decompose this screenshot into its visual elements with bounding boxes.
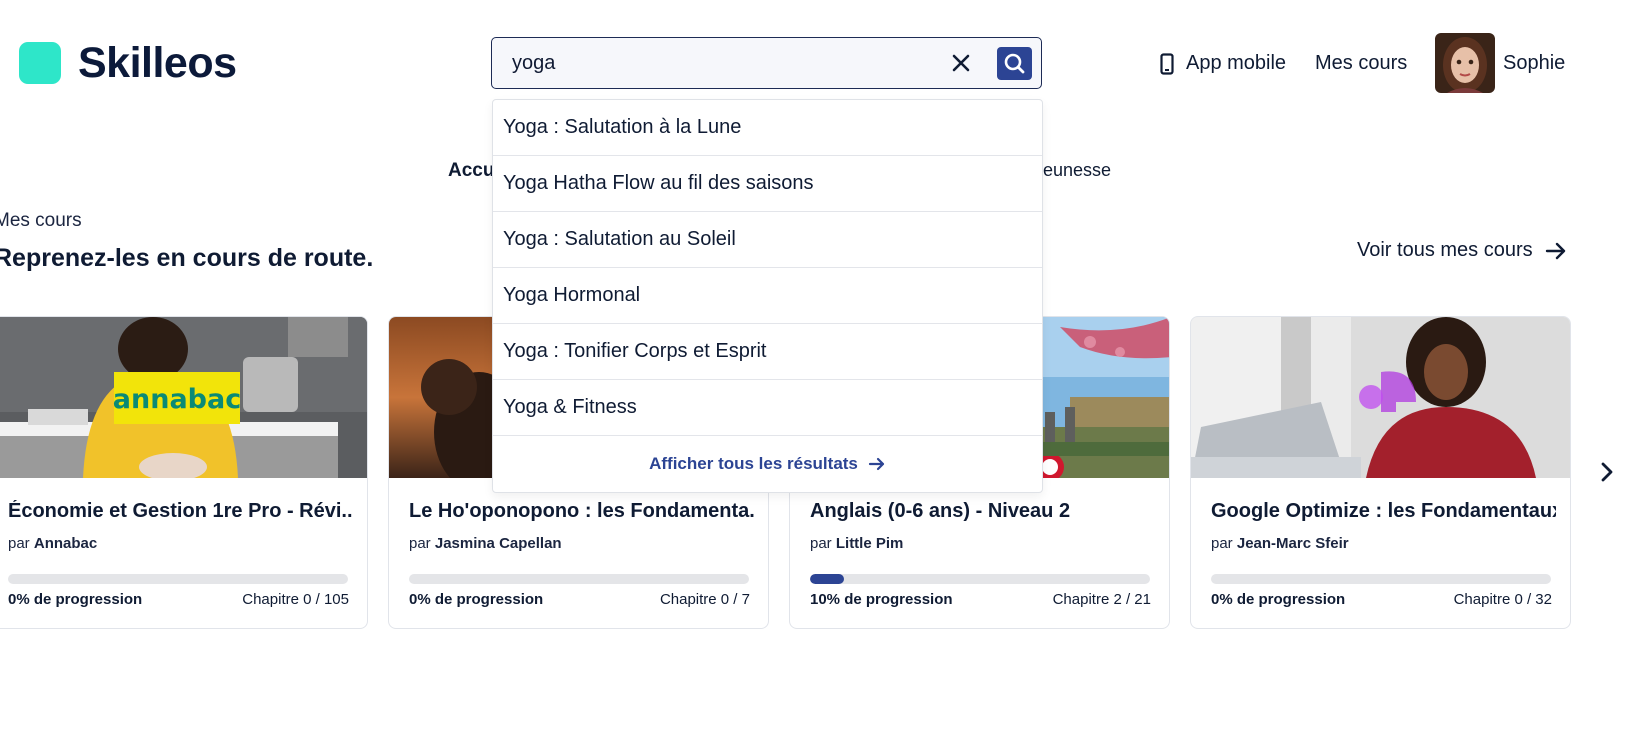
course-author: par Jasmina Capellan: [409, 535, 562, 552]
progress-bar: [409, 574, 749, 584]
see-all-courses-link[interactable]: Voir tous mes cours: [1357, 239, 1567, 262]
progress-bar: [810, 574, 1150, 584]
course-card[interactable]: annabac Économie et Gestion 1re Pro - Ré…: [0, 316, 368, 629]
section-label: Mes cours: [0, 210, 82, 231]
search-button[interactable]: [997, 47, 1032, 80]
user-name[interactable]: Sophie: [1503, 52, 1565, 75]
course-author: par Annabac: [8, 535, 98, 552]
clear-search-icon[interactable]: [947, 49, 975, 77]
progress-label: 10% de progression: [810, 591, 953, 608]
suggestion-item[interactable]: Yoga : Salutation au Soleil: [493, 212, 1042, 268]
see-all-label: Voir tous mes cours: [1357, 239, 1533, 261]
course-title: Économie et Gestion 1re Pro - Révi...: [8, 500, 353, 522]
suggestion-item[interactable]: Yoga : Tonifier Corps et Esprit: [493, 324, 1042, 380]
progress-fill: [810, 574, 844, 584]
progress-label: 0% de progression: [1211, 591, 1346, 608]
search-bar: [491, 37, 1042, 89]
search-suggestions-dropdown: Yoga : Salutation à la Lune Yoga Hatha F…: [492, 99, 1043, 493]
suggestion-item[interactable]: Yoga Hatha Flow au fil des saisons: [493, 156, 1042, 212]
course-title: Google Optimize : les Fondamentaux: [1211, 500, 1556, 522]
course-author: par Little Pim: [810, 535, 904, 552]
app-mobile-label: App mobile: [1186, 52, 1287, 74]
logo-mark: [19, 42, 61, 84]
course-title: Le Ho'oponopono : les Fondamenta...: [409, 500, 754, 522]
chapter-label: Chapitre 0 / 7: [659, 591, 750, 608]
course-title: Anglais (0-6 ans) - Niveau 2: [810, 500, 1071, 522]
logo-text: Skilleos: [78, 39, 237, 87]
show-all-results-link[interactable]: Afficher tous les résultats: [493, 436, 1042, 491]
chapter-label: Chapitre 0 / 105: [242, 591, 349, 608]
app-mobile-link[interactable]: App mobile: [1160, 52, 1286, 75]
chapter-label: Chapitre 0 / 32: [1453, 591, 1552, 608]
progress-label: 0% de progression: [8, 591, 143, 608]
carousel-next-icon[interactable]: [1594, 459, 1620, 485]
course-thumbnail: annabac: [0, 317, 367, 478]
progress-bar: [1211, 574, 1551, 584]
suggestion-item[interactable]: Yoga & Fitness: [493, 380, 1042, 436]
my-courses-link[interactable]: Mes cours: [1315, 52, 1407, 75]
suggestion-item[interactable]: Yoga : Salutation à la Lune: [493, 100, 1042, 156]
smartphone-icon: [1160, 52, 1174, 75]
arrow-right-icon: [868, 457, 884, 470]
suggestion-item[interactable]: Yoga Hormonal: [493, 268, 1042, 324]
section-title: Reprenez-les en cours de route.: [0, 244, 374, 272]
course-card[interactable]: Google Optimize : les Fondamentaux par J…: [1190, 316, 1571, 629]
progress-label: 0% de progression: [409, 591, 544, 608]
avatar[interactable]: [1435, 33, 1495, 93]
annabac-logo-text: annabac: [113, 384, 241, 415]
subnav-youth-link[interactable]: eunesse: [1043, 160, 1111, 181]
search-icon: [1004, 53, 1025, 74]
subnav-home-link[interactable]: Accu: [448, 160, 494, 182]
show-all-results-label: Afficher tous les résultats: [649, 453, 858, 473]
course-thumbnail: [1191, 317, 1570, 478]
logo[interactable]: Skilleos: [19, 39, 237, 87]
search-input[interactable]: [512, 50, 932, 76]
arrow-right-icon: [1545, 242, 1565, 259]
progress-bar: [8, 574, 348, 584]
course-author: par Jean-Marc Sfeir: [1211, 535, 1349, 552]
chapter-label: Chapitre 2 / 21: [1052, 591, 1151, 608]
